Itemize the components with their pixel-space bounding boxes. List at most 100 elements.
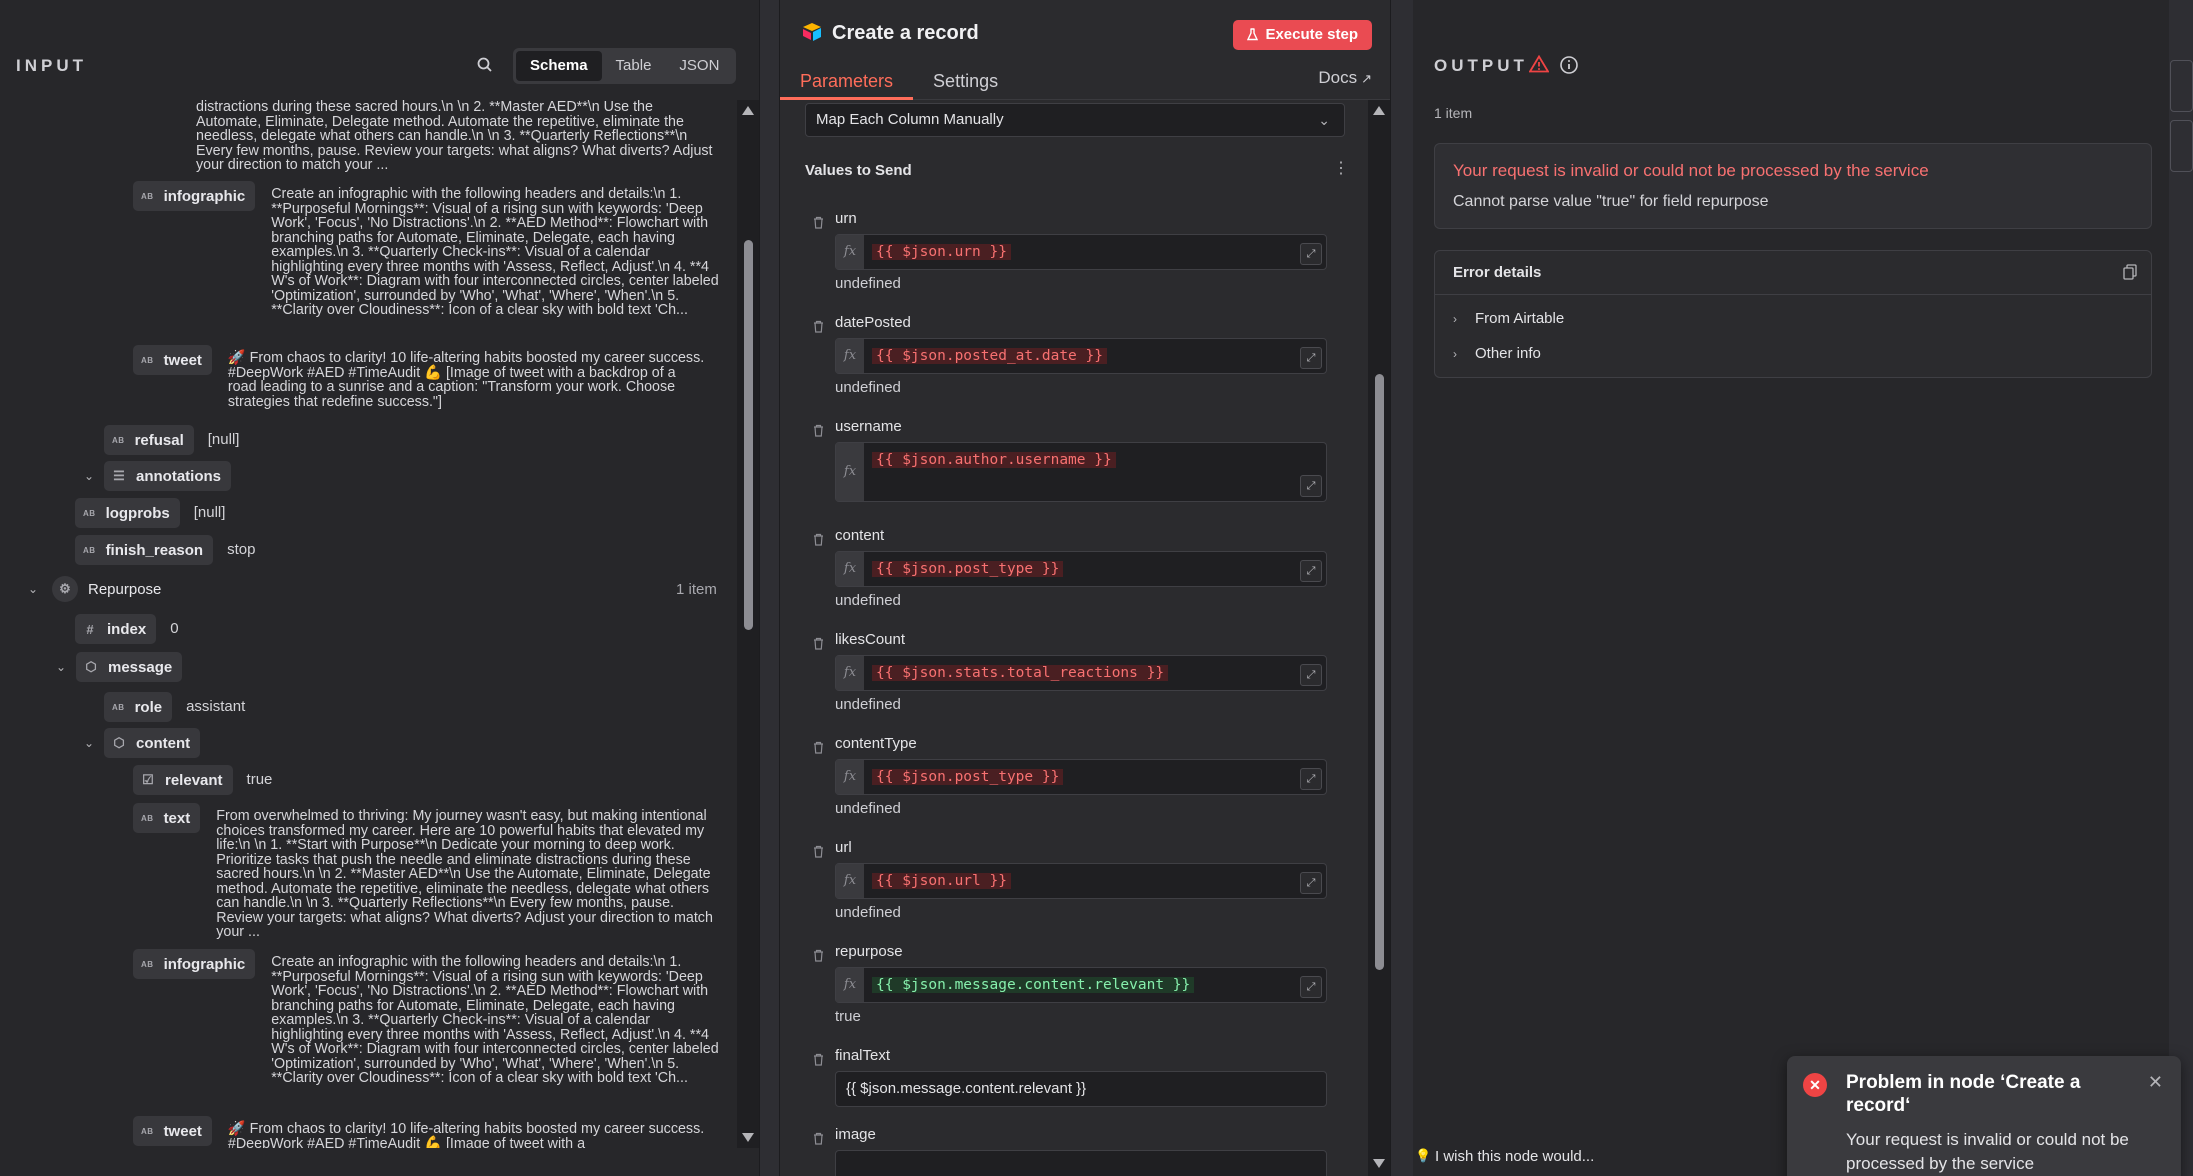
mapping-mode-select[interactable]: Map Each Column Manually ⌄	[805, 103, 1345, 137]
fx-icon: fx	[836, 968, 864, 1002]
text-input[interactable]: {{ $json.message.content.relevant }}	[835, 1071, 1327, 1107]
details-item-other-info[interactable]: › Other info	[1453, 345, 1541, 362]
expand-icon[interactable]: ⤢	[1300, 768, 1322, 790]
execute-step-button[interactable]: Execute step	[1233, 20, 1372, 50]
chevron-down-icon[interactable]: ⌄	[24, 574, 42, 604]
field-dateposted: datePosted fx{{ $json.posted_at.date }} ⤢…	[805, 314, 1345, 396]
trash-icon[interactable]	[813, 1053, 824, 1066]
trash-icon[interactable]	[813, 533, 824, 546]
fx-icon: fx	[836, 656, 864, 690]
chevron-down-icon[interactable]: ⌄	[80, 461, 98, 491]
logprobs-chip[interactable]: AB logprobs	[75, 498, 180, 528]
expand-icon[interactable]: ⤢	[1300, 872, 1322, 894]
details-item-from-airtable[interactable]: › From Airtable	[1453, 310, 1564, 327]
text-input[interactable]	[835, 1150, 1327, 1176]
field-repurpose: repurpose fx{{ $json.message.content.rel…	[805, 943, 1345, 1025]
schema-row-finish-reason: AB finish_reason stop	[75, 535, 255, 565]
chevron-down-icon[interactable]: ⌄	[52, 652, 70, 682]
trash-icon[interactable]	[813, 741, 824, 754]
scroll-thumb[interactable]	[1375, 374, 1384, 970]
trash-icon[interactable]	[813, 1132, 824, 1145]
expand-icon[interactable]: ⤢	[1300, 347, 1322, 369]
schema-row-index: # index 0	[75, 614, 179, 644]
feedback-link[interactable]: 💡 I wish this node would...	[1413, 1148, 1594, 1165]
field-likescount: likesCount fx{{ $json.stats.total_reacti…	[805, 631, 1345, 713]
copy-icon[interactable]	[2123, 264, 2137, 280]
trash-icon[interactable]	[813, 424, 824, 437]
output-item-count: 1 item	[1434, 105, 1473, 121]
trash-icon[interactable]	[813, 320, 824, 333]
content-chip[interactable]: ⬡ content	[104, 728, 201, 758]
message-chip[interactable]: ⬡ message	[76, 652, 183, 682]
fx-icon: fx	[836, 552, 864, 586]
infographic-chip[interactable]: AB infographic	[133, 949, 256, 979]
error-title: Your request is invalid or could not be …	[1453, 161, 1929, 180]
scroll-down-arrow[interactable]	[742, 1133, 754, 1142]
info-icon[interactable]	[1559, 55, 1579, 75]
mode-json[interactable]: JSON	[665, 51, 733, 81]
tab-parameters[interactable]: Parameters	[780, 66, 914, 100]
tweet-chip[interactable]: AB tweet	[133, 1116, 212, 1146]
options-icon[interactable]: ⋮	[1333, 158, 1349, 178]
field-urn: urn fx{{ $json.urn }} ⤢ undefined	[805, 210, 1345, 292]
repurpose-node-chip[interactable]: ⚙ Repurpose	[48, 574, 171, 604]
schema-tree: distractions during these sacred hours.\…	[0, 100, 735, 1148]
scroll-up-arrow[interactable]	[742, 106, 754, 115]
field-url: url fx{{ $json.url }} ⤢ undefined	[805, 839, 1345, 921]
docs-link[interactable]: Docs ↗	[1318, 68, 1372, 88]
scroll-down-arrow[interactable]	[1373, 1159, 1385, 1168]
schema-row-logprobs: AB logprobs [null]	[75, 498, 225, 528]
trash-icon[interactable]	[813, 949, 824, 962]
output-title: OUTPUT	[1434, 56, 1528, 75]
finish-reason-chip[interactable]: AB finish_reason	[75, 535, 214, 565]
canvas-control[interactable]	[2170, 120, 2193, 172]
expand-icon[interactable]: ⤢	[1300, 243, 1322, 265]
chevron-down-icon[interactable]: ⌄	[80, 728, 98, 758]
scroll-thumb[interactable]	[744, 240, 753, 630]
tweet-chip[interactable]: AB tweet	[133, 345, 212, 375]
input-scrollbar[interactable]	[737, 100, 759, 1148]
fx-icon: fx	[836, 760, 864, 794]
refusal-chip[interactable]: AB refusal	[104, 425, 194, 455]
text-chip[interactable]: AB text	[133, 803, 201, 833]
error-icon: ✕	[1803, 1073, 1827, 1097]
expand-icon[interactable]: ⤢	[1300, 560, 1322, 582]
scroll-up-arrow[interactable]	[1373, 106, 1385, 115]
expression-input[interactable]: fx{{ $json.author.username }} ⤢	[835, 442, 1327, 502]
expression-input[interactable]: fx{{ $json.message.content.relevant }} ⤢	[835, 967, 1327, 1003]
expand-icon[interactable]: ⤢	[1300, 976, 1322, 998]
annotations-chip[interactable]: ☰ annotations	[104, 461, 231, 491]
search-icon[interactable]	[476, 56, 494, 74]
trash-icon[interactable]	[813, 216, 824, 229]
lightbulb-icon: 💡	[1415, 1148, 1432, 1163]
expand-icon[interactable]: ⤢	[1300, 664, 1322, 686]
field-contenttype: contentType fx{{ $json.post_type }} ⤢ und…	[805, 735, 1345, 817]
index-chip[interactable]: # index	[75, 614, 157, 644]
chevron-down-icon: ⌄	[1318, 112, 1330, 128]
schema-row-tweet: AB tweet 🚀 From chaos to clarity! 10 life…	[133, 1116, 723, 1148]
expression-input[interactable]: fx{{ $json.url }} ⤢	[835, 863, 1327, 899]
canvas-control[interactable]	[2170, 60, 2193, 112]
parameters-scrollbar[interactable]	[1368, 100, 1390, 1176]
input-header: INPUT Schema Table JSON	[0, 0, 759, 100]
text-value-cut: distractions during these sacred hours.\…	[196, 100, 713, 173]
expand-icon[interactable]: ⤢	[1300, 475, 1322, 497]
schema-row-infographic: AB infographic Create an infographic with…	[133, 181, 723, 318]
infographic-chip[interactable]: AB infographic	[133, 181, 256, 211]
trash-icon[interactable]	[813, 637, 824, 650]
trash-icon[interactable]	[813, 845, 824, 858]
expression-input[interactable]: fx{{ $json.post_type }} ⤢	[835, 551, 1327, 587]
role-chip[interactable]: AB role	[104, 692, 173, 722]
expression-input[interactable]: fx{{ $json.posted_at.date }} ⤢	[835, 338, 1327, 374]
schema-row-refusal: AB refusal [null]	[104, 425, 239, 455]
relevant-chip[interactable]: ☑ relevant	[133, 765, 233, 795]
expression-input[interactable]: fx{{ $json.stats.total_reactions }} ⤢	[835, 655, 1327, 691]
values-to-send-label: Values to Send	[805, 162, 912, 179]
tab-settings[interactable]: Settings	[913, 66, 1018, 100]
input-title: INPUT	[16, 56, 87, 75]
close-icon[interactable]: ✕	[2148, 1072, 2163, 1093]
expression-input[interactable]: fx{{ $json.urn }} ⤢	[835, 234, 1327, 270]
expression-input[interactable]: fx{{ $json.post_type }} ⤢	[835, 759, 1327, 795]
mode-table[interactable]: Table	[602, 51, 666, 81]
mode-schema[interactable]: Schema	[516, 51, 602, 81]
